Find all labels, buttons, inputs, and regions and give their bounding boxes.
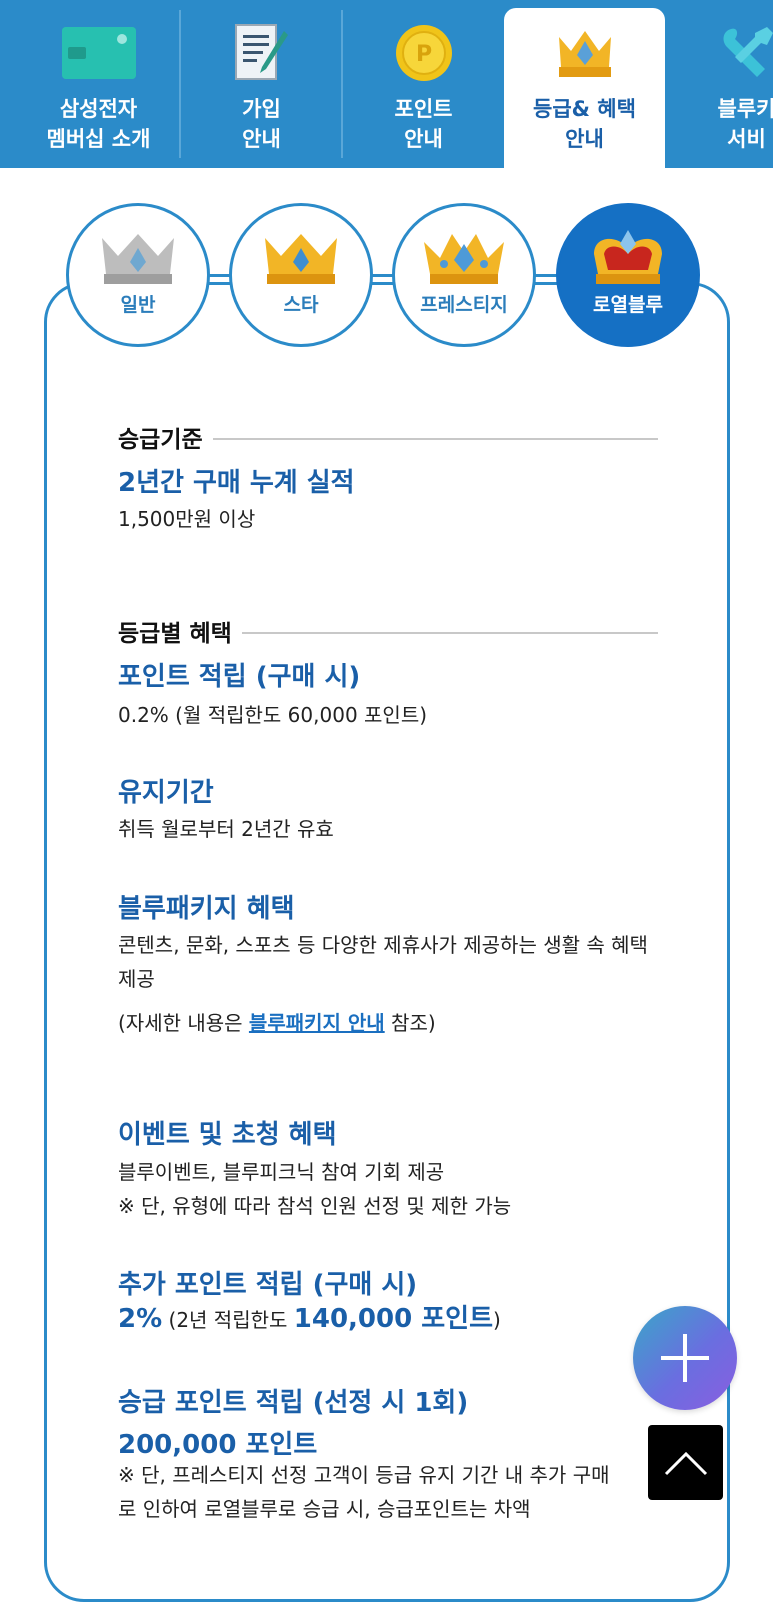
- tab-join-guide[interactable]: 가입 안내: [181, 8, 342, 168]
- bluepackage-reference: (자세한 내용은 블루패키지 안내 참조): [118, 1006, 658, 1040]
- grade-general-button[interactable]: 일반: [66, 203, 210, 347]
- scroll-to-top-button[interactable]: [648, 1425, 723, 1500]
- section-heading-text: 승급기준: [118, 420, 203, 454]
- promo-points-note: ※ 단, 프레스티지 선정 고객이 등급 유지 기간 내 추가 구매로 인하여 …: [118, 1458, 618, 1526]
- silver-crown-icon: [96, 228, 180, 286]
- svg-text:P: P: [415, 42, 431, 67]
- extra-points-rate: 2%: [118, 1304, 162, 1334]
- promo-points-amount: 200,000 포인트: [118, 1424, 317, 1461]
- extra-points-limit-suffix: ): [493, 1308, 501, 1332]
- grade-royalblue-button[interactable]: 로열블루: [556, 203, 700, 347]
- tab-grade-benefits[interactable]: 등급& 혜택 안내: [504, 8, 665, 168]
- points-title: 포인트 적립 (구매 시): [118, 656, 360, 693]
- tab-label: 포인트 안내: [395, 94, 453, 154]
- extra-points-title: 추가 포인트 적립 (구매 시): [118, 1264, 417, 1301]
- extra-points-limit: 140,000 포인트: [294, 1304, 493, 1334]
- criteria-title: 2년간 구매 누계 실적: [118, 462, 355, 499]
- event-title: 이벤트 및 초청 혜택: [118, 1114, 337, 1151]
- tab-label: 가입 안내: [242, 94, 281, 154]
- criteria-heading: 승급기준: [118, 420, 658, 454]
- tab-label: 등급& 혜택 안내: [533, 94, 636, 154]
- royal-crown-icon: [586, 228, 670, 286]
- tab-label: 삼성전자 멤버십 소개: [47, 94, 151, 154]
- event-line1: 블루이벤트, 블루피크닉 참여 기회 제공: [118, 1155, 658, 1189]
- plus-icon: [659, 1332, 711, 1384]
- tab-bluekey-service[interactable]: 블루키 서비: [666, 8, 773, 168]
- period-text: 취득 월로부터 2년간 유효: [118, 812, 658, 846]
- tab-membership-intro[interactable]: 삼성전자 멤버십 소개: [18, 8, 179, 168]
- document-pen-icon: [217, 22, 307, 84]
- event-line2: ※ 단, 유형에 따라 참석 인원 선정 및 제한 가능: [118, 1189, 658, 1223]
- reference-suffix: 참조): [385, 1011, 436, 1035]
- gold-crown-icon: [259, 228, 343, 286]
- crown-icon: [540, 22, 630, 84]
- card-icon: [54, 22, 144, 84]
- extra-points-limit-prefix: (2년 적립한도: [162, 1308, 294, 1332]
- points-text: 0.2% (월 적립한도 60,000 포인트): [118, 698, 658, 732]
- bluepackage-guide-link[interactable]: 블루패키지 안내: [249, 1011, 385, 1035]
- wrench-icon: [702, 22, 773, 84]
- point-coin-icon: P: [379, 22, 469, 84]
- grade-prestige-button[interactable]: 프레스티지: [392, 203, 536, 347]
- criteria-text: 1,500만원 이상: [118, 502, 658, 536]
- extra-points-text: 2% (2년 적립한도 140,000 포인트): [118, 1302, 658, 1337]
- reference-prefix: (자세한 내용은: [118, 1011, 249, 1035]
- benefits-heading: 등급별 혜택: [118, 614, 658, 648]
- bluepackage-text: 콘텐츠, 문화, 스포츠 등 다양한 제휴사가 제공하는 생활 속 혜택 제공: [118, 928, 658, 996]
- grade-star-button[interactable]: 스타: [229, 203, 373, 347]
- floating-plus-button[interactable]: [633, 1306, 737, 1410]
- section-heading-text: 등급별 혜택: [118, 614, 232, 648]
- bluepackage-title: 블루패키지 혜택: [118, 888, 295, 925]
- tab-label: 블루키 서비: [718, 94, 773, 154]
- top-tab-bar: 삼성전자 멤버십 소개 가입 안내 P 포인트 안내 등급& 혜택 안내 블루키…: [0, 0, 773, 168]
- heading-rule: [242, 632, 658, 634]
- grade-label: 스타: [284, 290, 319, 317]
- grade-label: 로열블루: [593, 290, 663, 317]
- prestige-crown-icon: [422, 228, 506, 286]
- grade-label: 일반: [121, 290, 156, 317]
- tab-point-guide[interactable]: P 포인트 안내: [343, 8, 504, 168]
- chevron-up-icon: [663, 1448, 709, 1478]
- period-title: 유지기간: [118, 772, 214, 809]
- heading-rule: [213, 438, 658, 440]
- grade-label: 프레스티지: [420, 290, 507, 317]
- promo-points-title: 승급 포인트 적립 (선정 시 1회): [118, 1382, 468, 1419]
